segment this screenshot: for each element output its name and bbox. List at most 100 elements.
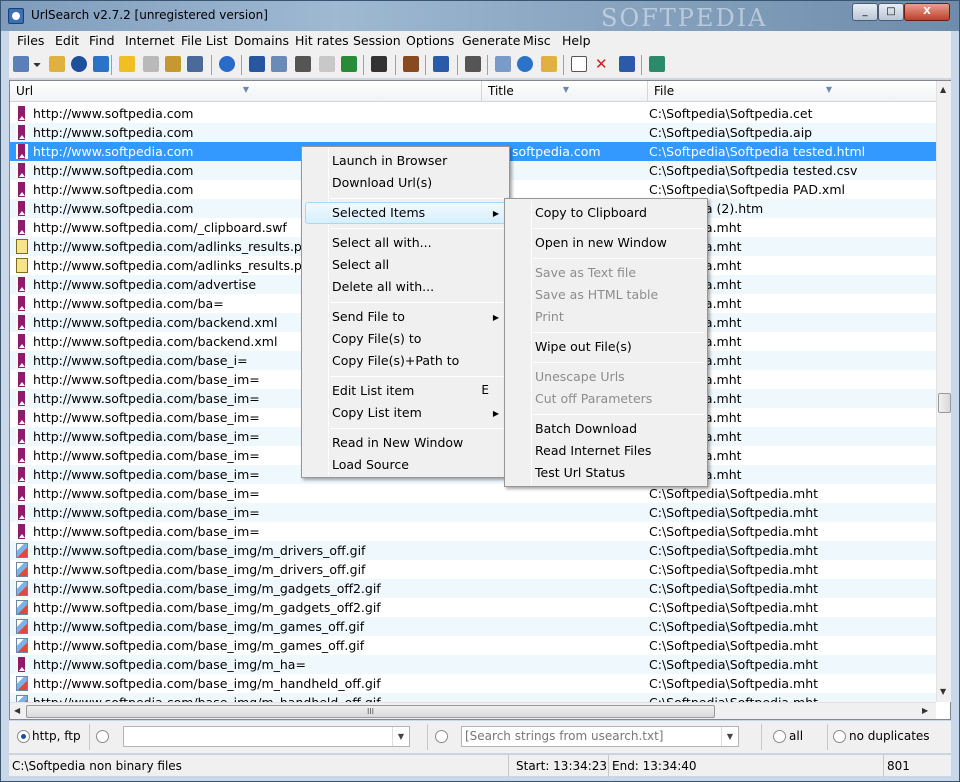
redo-icon[interactable] [619, 56, 635, 72]
table-row[interactable]: http://www.softpedia.com C:\Softpedia\Sof… [10, 104, 936, 123]
delete-icon[interactable]: ✕ [595, 56, 611, 72]
table-row[interactable]: http://www.softpedia.com C:\Softpedia\Sof… [10, 123, 936, 142]
menu-options[interactable]: Options [404, 33, 456, 48]
scroll-right-icon[interactable]: ▶ [922, 706, 928, 715]
exit-door-icon[interactable] [649, 56, 665, 72]
domain-radio[interactable] [96, 730, 109, 743]
open-folder-icon[interactable] [49, 56, 65, 72]
table-row[interactable]: http://www.softpedia.com/base_img/m_hand… [10, 674, 936, 693]
menu-generate[interactable]: Generate [460, 33, 522, 48]
blank-page-icon[interactable] [571, 56, 587, 72]
cell-url: http://www.softpedia.com/ba= [33, 296, 224, 311]
ctx-item-copy-file-s-path-to[interactable]: Copy File(s)+Path to [332, 353, 459, 368]
protocol-radio[interactable] [17, 730, 30, 743]
menu-hit-rates[interactable]: Hit rates [293, 33, 351, 48]
columns-icon[interactable] [187, 56, 203, 72]
new-list-icon[interactable] [13, 56, 29, 72]
scroll-up-icon[interactable]: ▲ [940, 85, 946, 94]
menu-file-list[interactable]: File List [179, 33, 230, 48]
globe-icon[interactable] [71, 56, 87, 72]
sub-item-batch-download[interactable]: Batch Download [535, 421, 637, 436]
scroll-down-icon[interactable]: ▼ [940, 687, 946, 696]
sub-item-test-url-status[interactable]: Test Url Status [535, 465, 625, 480]
table-row[interactable]: http://www.softpedia.com/base_img/m_hand… [10, 693, 936, 702]
all-radio[interactable] [773, 730, 786, 743]
horizontal-scroll-thumb[interactable]: III [26, 705, 715, 718]
browser-icon[interactable] [93, 56, 109, 72]
close-button[interactable]: X [904, 3, 950, 21]
vertical-scroll-thumb[interactable] [938, 393, 951, 413]
menu-find[interactable]: Find [87, 33, 117, 48]
find-binoculars-icon[interactable] [371, 56, 387, 72]
search-icon[interactable] [219, 56, 235, 72]
menu-session[interactable]: Session [351, 33, 403, 48]
column-header-file[interactable]: File ▼ [648, 81, 936, 102]
menu-misc[interactable]: Misc [521, 33, 553, 48]
minimize-button[interactable]: _ [852, 3, 878, 21]
copy-files-icon[interactable] [271, 56, 287, 72]
table-row[interactable]: http://www.softpedia.com/base_img/m_gadg… [10, 598, 936, 617]
ctx-item-send-file-to[interactable]: Send File to [332, 309, 405, 324]
table-row[interactable]: http://www.softpedia.com/base_img/m_gadg… [10, 579, 936, 598]
ctx-item-load-source[interactable]: Load Source [332, 457, 409, 472]
dropdown-arrow-icon[interactable] [33, 63, 41, 67]
ctx-item-delete-all-with[interactable]: Delete all with... [332, 279, 434, 294]
print-icon[interactable] [295, 56, 311, 72]
ctx-item-selected-items[interactable]: Selected Items [332, 205, 425, 220]
menu-files[interactable]: Files [15, 33, 46, 48]
ctx-item-download-url-s[interactable]: Download Url(s) [332, 175, 432, 190]
sub-item-cut-off-parameters: Cut off Parameters [535, 391, 653, 406]
ctx-item-select-all-with[interactable]: Select all with... [332, 235, 432, 250]
swap-arrows-icon[interactable] [433, 56, 449, 72]
ctx-item-read-in-new-window[interactable]: Read in New Window [332, 435, 463, 450]
ctx-item-select-all[interactable]: Select all [332, 257, 389, 272]
table-row[interactable]: http://www.softpedia.com/base_im= C:\Soft… [10, 484, 936, 503]
internet-icon[interactable] [517, 56, 533, 72]
save-icon[interactable] [249, 56, 265, 72]
table-row[interactable]: http://www.softpedia.com/base_img/m_ha= C… [10, 655, 936, 674]
table-row[interactable]: http://www.softpedia.com/base_img/m_driv… [10, 560, 936, 579]
dropdown-arrow-icon[interactable]: ▼ [721, 727, 738, 746]
scroll-left-icon[interactable]: ◀ [14, 706, 20, 715]
no-duplicates-radio[interactable] [833, 730, 846, 743]
ctx-item-copy-list-item[interactable]: Copy List item [332, 405, 422, 420]
column-header-url[interactable]: Url ▼ [10, 81, 482, 102]
table-row[interactable]: http://www.softpedia.com/base_im= C:\Soft… [10, 503, 936, 522]
folder-icon[interactable] [541, 56, 557, 72]
menu-internet[interactable]: Internet [123, 33, 177, 48]
ctx-item-launch-in-browser[interactable]: Launch in Browser [332, 153, 447, 168]
toolbar: ✕ [9, 51, 951, 79]
title-bar[interactable]: UrlSearch v2.7.2 [unregistered version] … [1, 1, 959, 32]
tree-icon[interactable] [403, 56, 419, 72]
menu-domains[interactable]: Domains [232, 33, 291, 48]
maximize-button[interactable]: □ [878, 3, 904, 21]
domain-combo[interactable]: ▼ [123, 726, 410, 747]
hammer-icon[interactable] [465, 56, 481, 72]
table-row[interactable]: http://www.softpedia.com/base_img/m_game… [10, 636, 936, 655]
column-header-title[interactable]: Title ▼ [482, 81, 648, 102]
binoculars-small-icon[interactable] [165, 56, 181, 72]
table-row[interactable]: http://www.softpedia.com/base_img/m_driv… [10, 541, 936, 560]
ctx-item-copy-file-s-to[interactable]: Copy File(s) to [332, 331, 421, 346]
sub-item-wipe-out-file-s[interactable]: Wipe out File(s) [535, 339, 632, 354]
star-icon[interactable] [119, 56, 135, 72]
excel-icon[interactable] [341, 56, 357, 72]
sub-item-read-internet-files[interactable]: Read Internet Files [535, 443, 651, 458]
clipboard-icon[interactable] [143, 56, 159, 72]
toolbar-separator [111, 55, 112, 75]
table-row[interactable]: http://www.softpedia.com/base_im= C:\Soft… [10, 522, 936, 541]
menu-edit[interactable]: Edit [53, 33, 81, 48]
dropdown-arrow-icon[interactable]: ▼ [392, 727, 409, 746]
search-radio[interactable] [435, 730, 448, 743]
sub-item-copy-to-clipboard[interactable]: Copy to Clipboard [535, 205, 647, 220]
page-icon[interactable] [319, 56, 335, 72]
search-strings-combo[interactable]: [Search strings from usearch.txt] ▼ [461, 726, 739, 747]
vertical-scrollbar[interactable]: ▲ ▼ [936, 81, 951, 702]
filter-icon[interactable] [495, 56, 511, 72]
bookmark-icon [16, 315, 28, 330]
sub-item-open-in-new-window[interactable]: Open in new Window [535, 235, 667, 250]
horizontal-scrollbar[interactable]: ◀ III ▶ [10, 702, 936, 719]
menu-help[interactable]: Help [560, 33, 593, 48]
table-row[interactable]: http://www.softpedia.com/base_img/m_game… [10, 617, 936, 636]
ctx-item-edit-list-item[interactable]: Edit List item [332, 383, 414, 398]
